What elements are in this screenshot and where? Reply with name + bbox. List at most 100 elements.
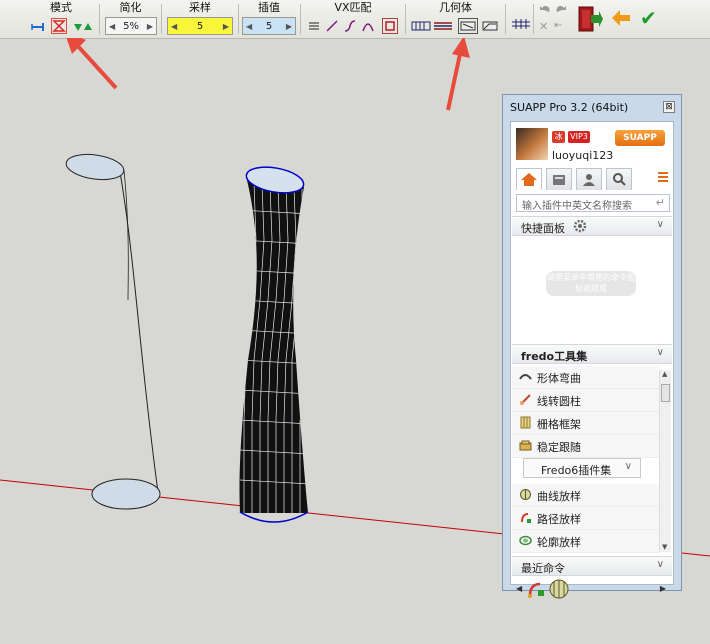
enter-icon[interactable]: ↵ <box>656 196 665 209</box>
list-item[interactable]: 形体弯曲 <box>512 366 659 389</box>
list-item-label: 栅格框架 <box>537 418 581 431</box>
geo-surface-icon[interactable] <box>458 18 478 34</box>
chevron-down-icon[interactable]: ∨ <box>657 219 664 230</box>
geometry-group: 几何体 <box>408 2 503 34</box>
chevron-down-icon: ∨ <box>624 461 632 472</box>
mode-group-title: 模式 <box>50 1 72 14</box>
annotation-arrow-mode <box>66 38 118 90</box>
sample-group-title: 采样 <box>189 1 211 14</box>
decrement-icon[interactable]: ◀ <box>246 22 252 31</box>
quick-panel-header[interactable]: 快捷面板 ∨ <box>512 216 672 236</box>
path-loft-icon[interactable] <box>526 579 546 599</box>
mode-hourglass-icon[interactable] <box>51 18 67 34</box>
interpolate-spinner[interactable]: ◀ 5 ▶ <box>242 17 296 35</box>
grid-icon[interactable] <box>510 16 530 32</box>
panel-tabs <box>516 168 670 190</box>
tab-search[interactable] <box>606 168 632 190</box>
line-to-tube-icon <box>520 394 531 405</box>
back-arrow-icon[interactable] <box>610 8 632 31</box>
tab-home[interactable] <box>516 168 542 190</box>
sample-value: 5 <box>196 20 204 32</box>
list-item[interactable]: 轮廓放样 <box>512 530 659 553</box>
geometry-group-title: 几何体 <box>439 1 472 14</box>
list-item[interactable]: 路径放样 <box>512 507 659 530</box>
decrement-icon[interactable]: ◀ <box>109 22 115 31</box>
confirm-check-icon[interactable]: ✔ <box>640 8 657 28</box>
fredo-section-header[interactable]: fredo工具集 ∨ <box>512 344 672 364</box>
exit-door-icon[interactable] <box>577 5 603 36</box>
simplify-group: 简化 ◀ 5% ▶ <box>103 1 158 35</box>
vip-badge: VIP3 <box>568 131 590 143</box>
list-item[interactable]: 曲线放样 <box>512 484 659 507</box>
list-item-label: 稳定跟随 <box>537 441 581 454</box>
top-ellipse-face[interactable] <box>65 151 126 183</box>
avatar[interactable] <box>516 128 548 160</box>
scrollbar-thumb[interactable] <box>661 384 670 402</box>
vx-match-group-title: VX匹配 <box>334 1 372 14</box>
curve-loft-icon[interactable] <box>548 578 570 600</box>
curve-loft-icon <box>520 489 531 500</box>
geo-mesh-icon[interactable] <box>480 18 500 34</box>
scroll-down-icon[interactable]: ▼ <box>662 543 667 551</box>
mode-linear-icon[interactable] <box>29 18 45 34</box>
simplify-group-title: 简化 <box>119 1 142 14</box>
bottom-ellipse-face[interactable] <box>91 478 161 510</box>
user-icon <box>583 174 595 186</box>
list-item-label: 线转圆柱 <box>537 395 581 408</box>
scroll-left-icon[interactable]: ◀ <box>516 584 522 593</box>
stable-follow-icon <box>519 440 532 451</box>
increment-icon[interactable]: ▶ <box>286 22 292 31</box>
grid-frame-icon <box>520 416 531 429</box>
simplify-spinner[interactable]: ◀ 5% ▶ <box>105 17 157 35</box>
username: luoyuqi123 <box>552 149 614 162</box>
skip-back-icon[interactable]: ⇤ <box>554 20 562 31</box>
chevron-down-icon[interactable]: ∨ <box>657 559 664 570</box>
plugin-toolbar: 模式 简化 ◀ 5% ▶ 采样 ◀ 5 ▶ 插值 ◀ 5 ▶ VX匹配 几何体 … <box>0 0 710 39</box>
geo-rows-icon[interactable] <box>432 18 452 34</box>
tab-plugins[interactable] <box>546 168 572 190</box>
panel-titlebar[interactable]: SUAPP Pro 3.2 (64bit) ⊠ <box>503 95 681 119</box>
sample-spinner[interactable]: ◀ 5 ▶ <box>167 17 233 35</box>
geo-columns-icon[interactable] <box>410 18 431 34</box>
plugin-search-input[interactable]: 输入插件中英文名称搜索 ↵ <box>516 194 670 212</box>
tab-user[interactable] <box>576 168 602 190</box>
scroll-right-icon[interactable]: ▶ <box>660 584 666 593</box>
redo-icon[interactable] <box>554 3 568 18</box>
list-item-label: 路径放样 <box>537 513 581 526</box>
profile-loft-icon <box>519 535 532 546</box>
increment-icon[interactable]: ▶ <box>223 22 229 31</box>
gear-icon[interactable] <box>572 218 588 237</box>
decrement-icon[interactable]: ◀ <box>171 22 177 31</box>
list-item[interactable]: 稳定跟随 <box>512 435 659 458</box>
vx-frame-icon[interactable] <box>382 18 398 34</box>
suapp-brand-button[interactable]: SUAPP 3.2 <box>615 130 665 159</box>
recent-commands-header[interactable]: 最近命令 ∨ <box>512 556 672 576</box>
cancel-x-icon[interactable]: ✕ <box>539 20 548 33</box>
mode-arrows-icon[interactable] <box>71 18 92 34</box>
list-item-label: 曲线放样 <box>537 490 581 503</box>
ice-badge-icon: 冰 <box>552 131 565 143</box>
home-icon <box>521 173 537 186</box>
list-item[interactable]: 栅格框架 <box>512 412 659 435</box>
interpolate-group-title: 插值 <box>258 1 280 14</box>
vx-arc-icon[interactable] <box>360 18 376 34</box>
mode-group: 模式 <box>26 2 96 34</box>
vx-diagonal-icon[interactable] <box>324 18 340 34</box>
tool-list-scrollbar[interactable]: ▲ ▼ <box>659 370 671 552</box>
profile-curve-right[interactable] <box>119 171 159 493</box>
scroll-up-icon[interactable]: ▲ <box>662 370 667 378</box>
list-item[interactable]: 线转圆柱 <box>512 389 659 412</box>
list-menu-icon[interactable] <box>656 170 670 187</box>
chevron-down-icon[interactable]: ∨ <box>657 347 664 358</box>
fredo6-collection-dropdown[interactable]: Fredo6插件集 ∨ <box>523 458 641 478</box>
increment-icon[interactable]: ▶ <box>147 22 153 31</box>
search-icon <box>613 173 626 186</box>
undo-icon[interactable] <box>538 3 552 18</box>
vx-straight-icon[interactable] <box>306 18 322 34</box>
list-item-label: 形体弯曲 <box>537 372 581 385</box>
profile-curve-left[interactable] <box>123 169 129 301</box>
panel-close-button[interactable]: ⊠ <box>663 101 675 113</box>
loft-tower-mesh[interactable] <box>239 163 310 523</box>
vx-s-curve-icon[interactable] <box>342 18 358 34</box>
annotation-arrow-geometry <box>446 38 470 111</box>
